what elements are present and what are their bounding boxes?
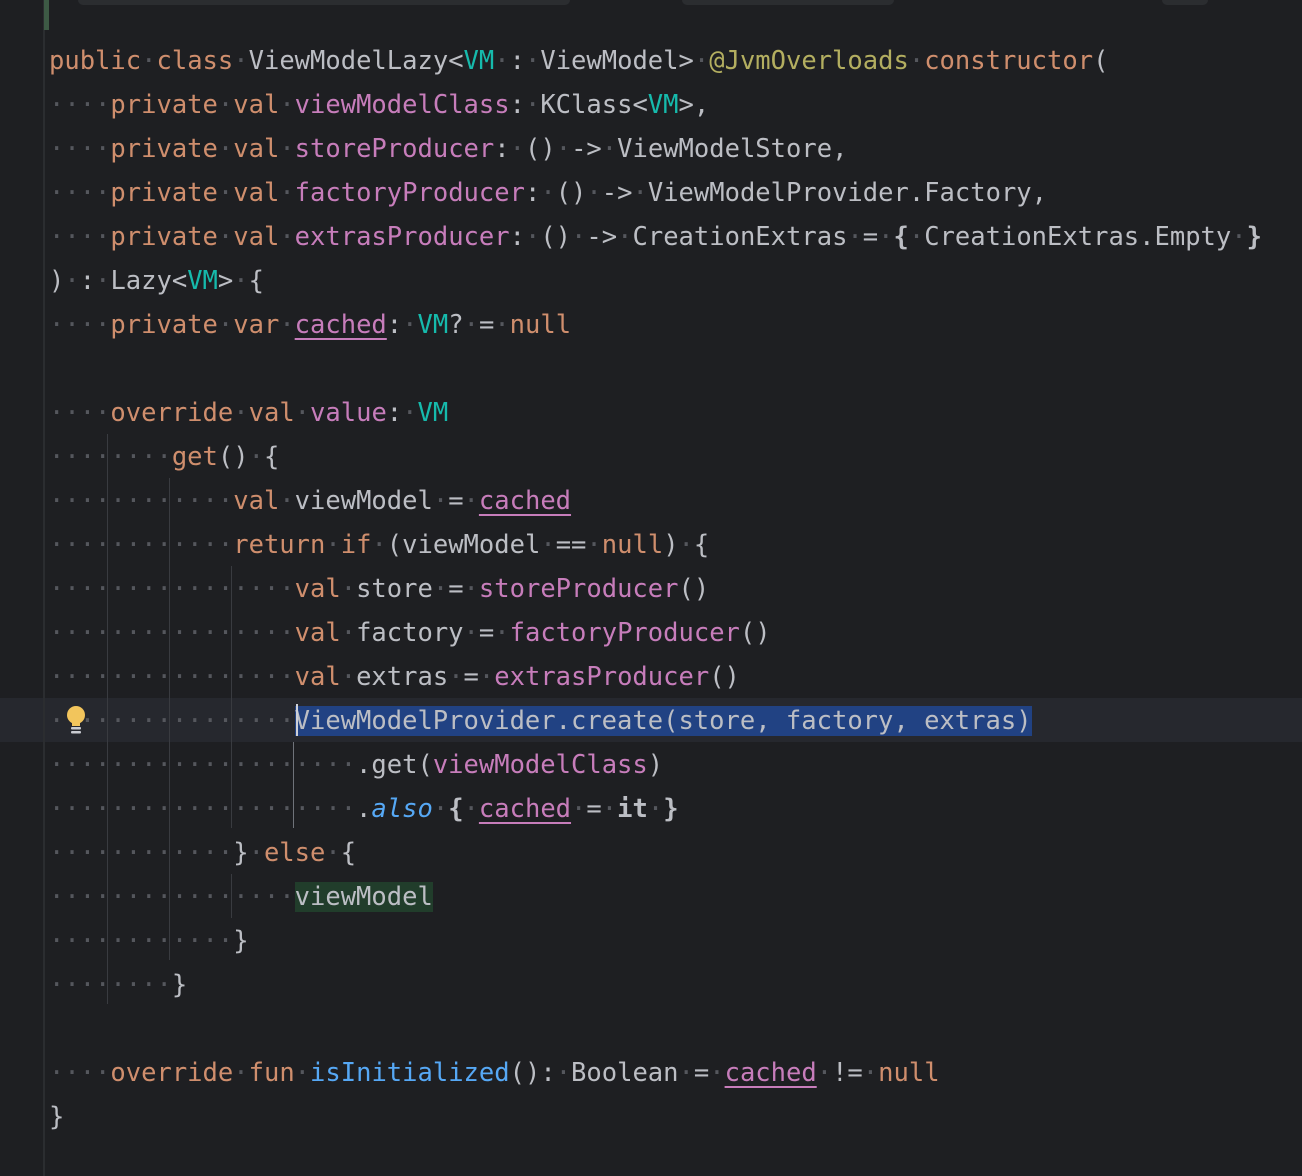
code-line-19[interactable]: ············}·else·{ [49,831,356,875]
text-caret [296,704,298,736]
code-line-11[interactable]: ············val·viewModel·=·cached [49,479,571,523]
code-line-5[interactable]: ····private·val·extrasProducer:·()·->·Cr… [49,215,1262,259]
code-line-25[interactable]: } [49,1095,64,1139]
gutter-separator [43,0,45,1176]
code-line-9[interactable]: ····override·val·value:·VM [49,391,448,435]
code-line-14[interactable]: ················val·factory·=·factoryPro… [49,611,771,655]
tab-strip-edge [1162,0,1208,5]
code-line-24[interactable]: ····override·fun·isInitialized():·Boolea… [49,1051,940,1095]
code-line-2[interactable]: ····private·val·viewModelClass:·KClass<V… [49,83,709,127]
lightbulb-icon[interactable] [62,704,90,736]
code-line-4[interactable]: ····private·val·factoryProducer:·()·->·V… [49,171,1047,215]
tab-strip-edge [682,0,894,5]
code-line-20[interactable]: ················viewModel [49,875,433,919]
code-line-7[interactable]: ····private·var·cached:·VM?·=·null [49,303,571,347]
code-line-10[interactable]: ········get()·{ [49,435,279,479]
code-line-3[interactable]: ····private·val·storeProducer:·()·->·Vie… [49,127,847,171]
code-editor[interactable]: public·class·ViewModelLazy<VM·:·ViewMode… [0,0,1302,1176]
code-line-18[interactable]: ····················.also·{·cached·=·it·… [49,787,679,831]
code-line-21[interactable]: ············} [49,919,249,963]
code-line-6[interactable]: )·:·Lazy<VM>·{ [49,259,264,303]
tab-strip-edge [78,0,570,5]
code-line-13[interactable]: ················val·store·=·storeProduce… [49,567,709,611]
vcs-change-marker[interactable] [44,0,49,30]
selected-text[interactable]: ViewModelProvider.create(store, factory,… [294,706,1032,736]
code-line-22[interactable]: ········} [49,963,187,1007]
identifier-highlight[interactable]: viewModel [294,882,433,912]
code-line-1[interactable]: public·class·ViewModelLazy<VM·:·ViewMode… [49,39,1108,83]
code-line-12[interactable]: ············return·if·(viewModel·==·null… [49,523,709,567]
code-line-17[interactable]: ····················.get(viewModelClass) [49,743,663,787]
code-line-16[interactable]: ················ViewModelProvider.create… [49,699,1032,743]
code-line-15[interactable]: ················val·extras·=·extrasProdu… [49,655,740,699]
